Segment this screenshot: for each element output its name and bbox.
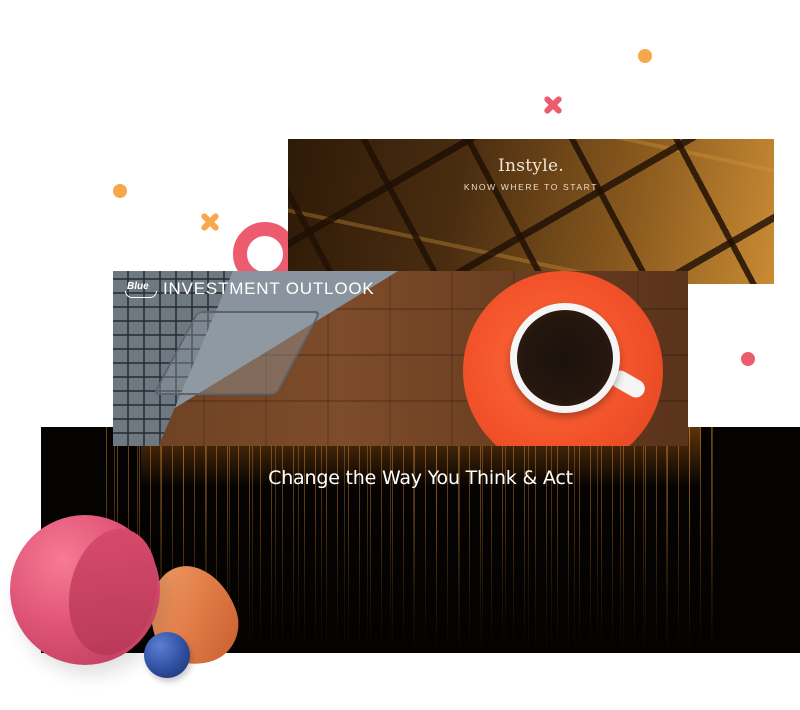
orange-dot-icon (638, 49, 652, 63)
orange-dot-icon (113, 184, 127, 198)
orange-cross-icon (199, 211, 221, 233)
cloud-icon (125, 291, 157, 298)
investment-title: INVESTMENT OUTLOOK (163, 279, 375, 298)
investment-banner: Blue INVESTMENT OUTLOOK (113, 271, 688, 446)
blue-sphere-shape (144, 632, 190, 678)
instyle-banner: Instyle. KNOW WHERE TO START (288, 139, 774, 284)
coffee-surface (517, 310, 613, 406)
instyle-subtitle: KNOW WHERE TO START (463, 182, 599, 192)
showcase-stage: Instyle. KNOW WHERE TO START Change the … (0, 0, 800, 710)
pink-dot-icon (741, 352, 755, 366)
instyle-title: Instyle. (497, 156, 565, 176)
change-title: Change the Way You Think & Act (268, 467, 573, 489)
pink-cross-icon (542, 94, 564, 116)
